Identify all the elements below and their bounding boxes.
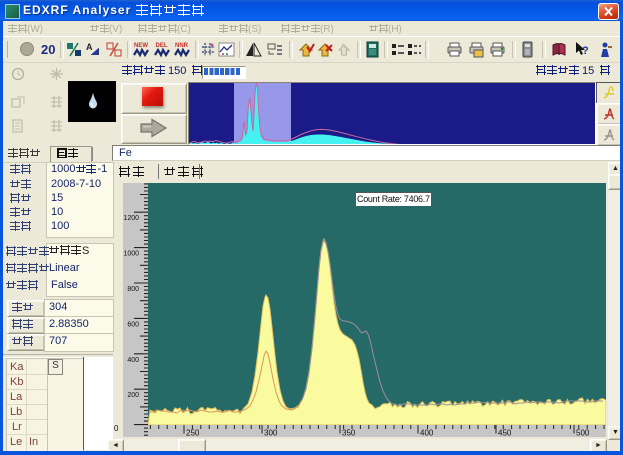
svg-text:500: 500: [576, 429, 590, 438]
svg-text:1200: 1200: [123, 215, 139, 222]
svg-text:400: 400: [420, 429, 434, 438]
svg-text:?: ?: [582, 45, 589, 57]
svg-text:400: 400: [127, 357, 139, 364]
svg-text:600: 600: [127, 321, 139, 328]
svg-text:250: 250: [186, 429, 200, 438]
svg-text:20: 20: [41, 42, 55, 57]
svg-text:A: A: [86, 42, 93, 52]
svg-text:1000: 1000: [123, 251, 139, 258]
svg-text:200: 200: [127, 392, 139, 399]
svg-text:DEL: DEL: [156, 43, 168, 49]
svg-text:NEW: NEW: [134, 43, 148, 49]
svg-text:300: 300: [264, 429, 278, 438]
svg-text:800: 800: [127, 286, 139, 293]
svg-text:350: 350: [342, 429, 356, 438]
svg-text:NNR: NNR: [175, 43, 189, 49]
svg-text:450: 450: [498, 429, 512, 438]
